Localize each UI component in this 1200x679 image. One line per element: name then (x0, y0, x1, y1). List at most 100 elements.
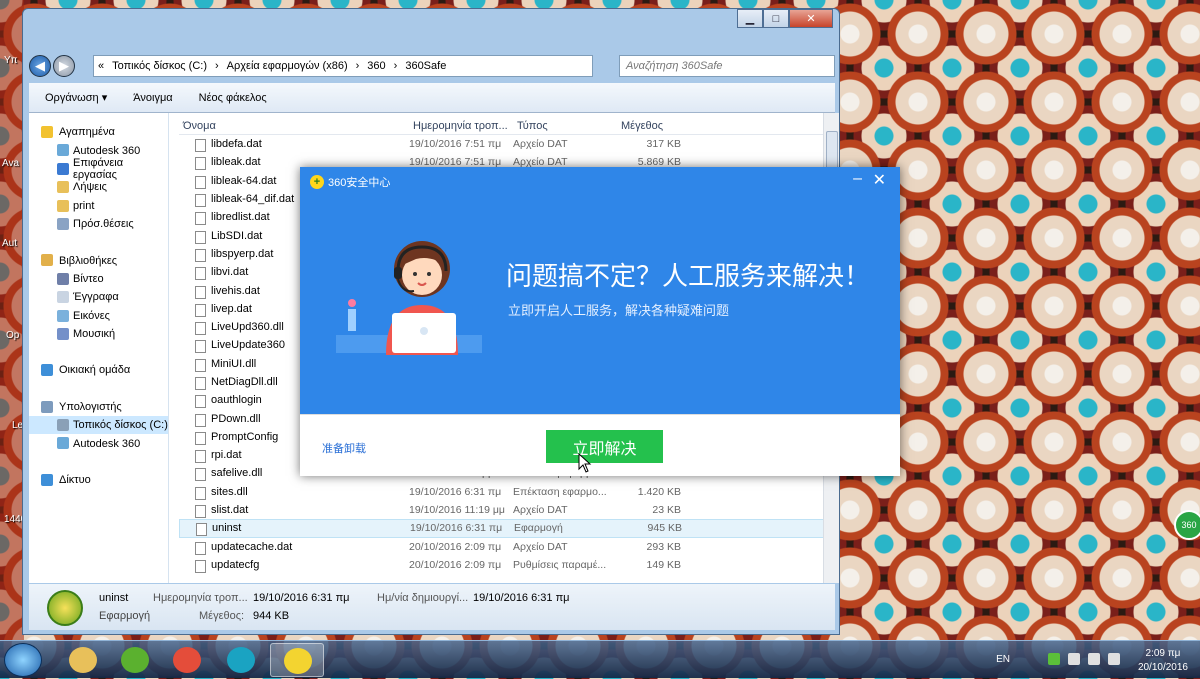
file-icon (195, 450, 206, 464)
breadcrumb-item[interactable]: 360 (367, 60, 385, 72)
minimize-button[interactable]: ▁ (737, 9, 763, 28)
desktop-icon-label[interactable]: Ava (2, 158, 19, 169)
explorer-icon (69, 647, 97, 673)
desktop-icon-label[interactable]: Υπ (4, 55, 18, 66)
open-button[interactable]: Άνοιγμα (133, 92, 172, 104)
file-icon (195, 505, 206, 519)
nav-item[interactable]: Δίκτυο (29, 471, 168, 489)
file-name: updatecfg (211, 558, 260, 571)
nav-item[interactable]: Λήψεις (29, 178, 168, 196)
solve-now-button[interactable]: 立即解决 (546, 430, 663, 463)
address-bar[interactable]: « Τοπικός δίσκος (C:) › Αρχεία εφαρμογών (x… (93, 55, 593, 77)
file-type: Αρχείο DAT (513, 138, 568, 151)
language-indicator[interactable]: EN (996, 654, 1010, 665)
nav-item[interactable]: Μουσική (29, 325, 168, 343)
organize-button[interactable]: Οργάνωση ▾ (45, 91, 107, 104)
maximize-button[interactable]: □ (763, 9, 789, 28)
nav-item[interactable]: Αγαπημένα (29, 123, 168, 141)
column-type[interactable]: Τύπος (513, 120, 617, 134)
start-button[interactable] (4, 643, 42, 677)
nav-item[interactable]: Οικιακή ομάδα (29, 361, 168, 379)
dialog-title: 360安全中心 (328, 177, 391, 189)
close-button[interactable]: ✕ (789, 9, 833, 28)
prepare-uninstall-link[interactable]: 准备卸载 (322, 440, 366, 456)
breadcrumb-separator[interactable]: › (356, 60, 360, 72)
nav-item-icon (41, 254, 53, 267)
nav-item-icon (57, 144, 69, 157)
mouse-cursor-icon (578, 453, 592, 473)
column-name[interactable]: Όνομα (179, 120, 409, 134)
desktop-icon-label[interactable]: Op (6, 330, 19, 341)
taskbar-app-edge[interactable] (214, 643, 268, 677)
nav-item[interactable]: Τοπικός δίσκος (C:) (29, 416, 168, 435)
breadcrumb-separator[interactable]: « (98, 60, 104, 72)
nav-item-icon (57, 327, 69, 340)
taskbar: EN 2:09 πμ 20/10/2016 (0, 640, 1200, 678)
details-created-label: Ημ/νία δημιουργί... (377, 592, 469, 604)
file-icon (195, 395, 206, 409)
file-row[interactable]: slist.dat 19/10/2016 11:19 μμ Αρχείο DAT 23… (179, 501, 839, 519)
file-row[interactable]: sites.dll 19/10/2016 6:31 πμ Επέκταση εφαρ… (179, 483, 839, 501)
nav-item[interactable]: Autodesk 360 (29, 434, 168, 452)
nav-item[interactable]: Πρόσ.θέσεις (29, 215, 168, 233)
nav-item[interactable]: print (29, 197, 168, 215)
file-row[interactable]: updatecfg 20/10/2016 2:09 πμ Ρυθμίσεις παρ… (179, 556, 839, 574)
file-icon (195, 157, 206, 171)
file-icon (195, 413, 206, 427)
network-icon[interactable] (1068, 653, 1080, 665)
clock[interactable]: 2:09 πμ 20/10/2016 (1138, 647, 1188, 675)
taskbar-app-utorrent[interactable] (108, 643, 162, 677)
forward-button[interactable]: ▶ (53, 55, 75, 77)
file-row[interactable]: updatecache.dat 20/10/2016 2:09 πμ Αρχείο … (179, 538, 839, 556)
nav-item[interactable]: Βιβλιοθήκες (29, 251, 168, 269)
clock-time: 2:09 πμ (1145, 648, 1181, 659)
nav-item-label: print (73, 199, 95, 212)
action-center-icon[interactable] (1088, 653, 1100, 665)
file-name: NetDiagDll.dll (211, 376, 278, 388)
file-name: LibSDI.dat (211, 229, 263, 242)
breadcrumb-item[interactable]: Αρχεία εφαρμογών (x86) (227, 60, 348, 72)
volume-icon[interactable] (1108, 653, 1120, 665)
taskbar-app-360[interactable] (270, 643, 324, 677)
file-type: Αρχείο DAT (513, 504, 568, 517)
nav-item[interactable]: Βίντεο (29, 270, 168, 288)
file-size: 23 KB (652, 504, 681, 517)
file-row[interactable]: libdefa.dat 19/10/2016 7:51 πμ Αρχείο DAT 3… (179, 135, 839, 153)
file-size: 293 KB (646, 540, 681, 553)
nav-item[interactable]: Έγγραφα (29, 288, 168, 306)
nav-item-label: Βίντεο (73, 272, 104, 285)
breadcrumb-item[interactable]: Τοπικός δίσκος (C:) (112, 60, 207, 72)
file-icon (195, 468, 206, 482)
360-logo-icon: + (310, 175, 324, 189)
desktop-icon-label[interactable]: Aut (2, 238, 17, 249)
file-name: libleak-64.dat (211, 174, 277, 187)
file-size: 1.420 KB (637, 485, 681, 498)
nav-item[interactable]: Υπολογιστής (29, 398, 168, 416)
file-row[interactable]: uninst 19/10/2016 6:31 πμ Εφαρμογή 945 KB (179, 519, 839, 538)
nav-item[interactable]: Εικόνες (29, 307, 168, 325)
breadcrumb-item[interactable]: 360Safe (405, 60, 446, 72)
file-type: Αρχείο DAT (513, 540, 568, 553)
nav-item-icon (57, 291, 69, 304)
nav-item-label: Βιβλιοθήκες (59, 254, 118, 267)
column-date[interactable]: Ημερομηνία τροπ... (409, 120, 513, 134)
taskbar-app-chrome[interactable] (160, 643, 214, 677)
file-icon (195, 285, 206, 299)
clock-date: 20/10/2016 (1137, 662, 1188, 673)
back-button[interactable]: ◀ (29, 55, 51, 77)
new-folder-button[interactable]: Νέος φάκελος (199, 92, 267, 104)
breadcrumb-separator[interactable]: › (215, 60, 219, 72)
dialog-minimize-button[interactable]: – (853, 170, 862, 188)
file-name: libspyerp.dat (211, 247, 274, 260)
nav-item-label: Δίκτυο (59, 474, 91, 487)
taskbar-app-explorer[interactable] (56, 643, 110, 677)
nav-item[interactable]: Επιφάνεια εργασίας (29, 157, 168, 181)
search-input[interactable]: Αναζήτηση 360Safe (619, 55, 835, 77)
tray-360-icon[interactable] (1048, 653, 1060, 665)
file-icon (195, 139, 206, 153)
360-gadget-icon[interactable]: 360 (1174, 510, 1200, 540)
column-size[interactable]: Μέγεθος (617, 120, 681, 134)
file-icon (195, 230, 206, 244)
breadcrumb-separator[interactable]: › (394, 60, 398, 72)
dialog-close-button[interactable]: ✕ (873, 170, 886, 190)
